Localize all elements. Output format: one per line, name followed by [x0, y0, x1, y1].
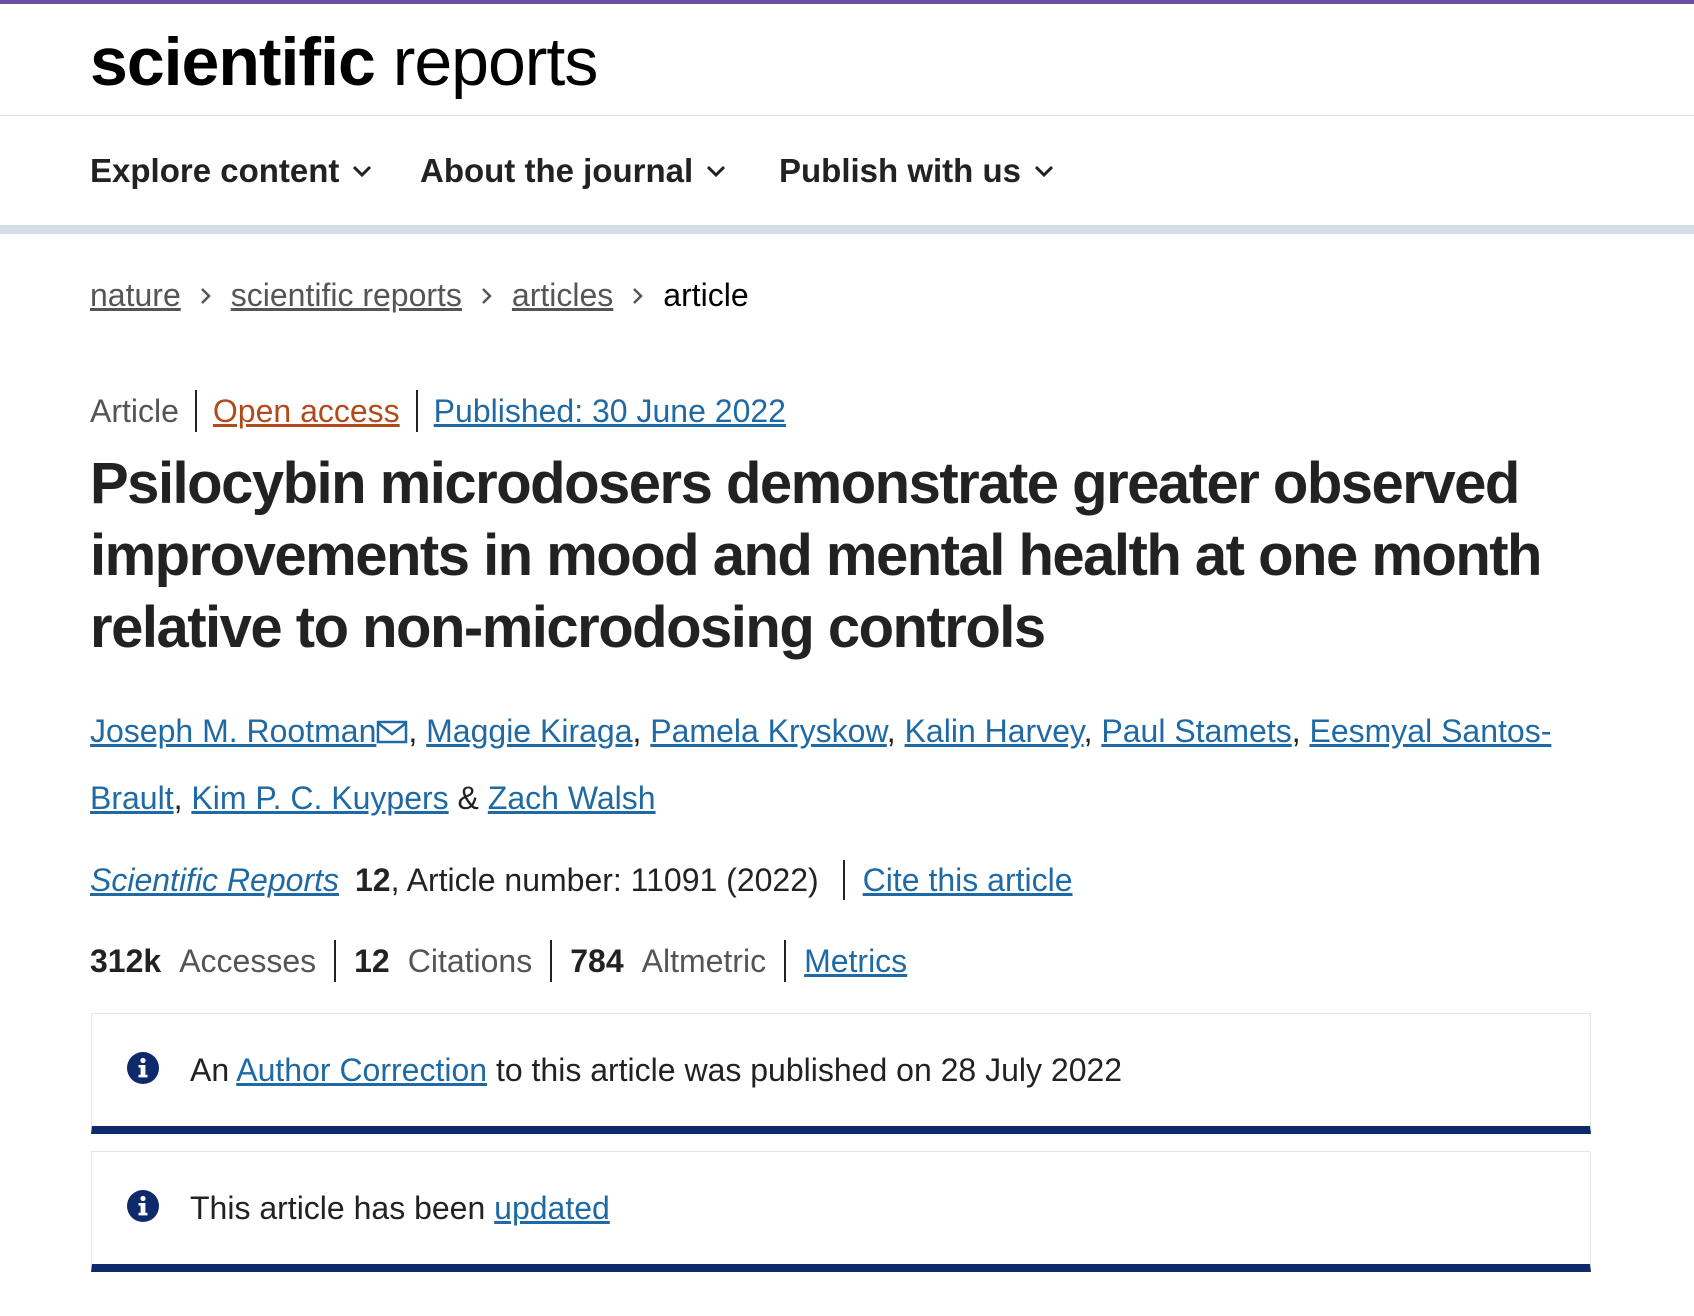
author-link[interactable]: Kalin Harvey	[905, 713, 1084, 749]
accesses-count: 312k	[90, 942, 162, 979]
info-icon	[126, 1189, 160, 1228]
notice-prefix: An	[190, 1051, 230, 1088]
nav-explore-content[interactable]: Explore content	[90, 152, 373, 190]
divider	[415, 390, 418, 432]
journal-link[interactable]: Scientific Reports	[90, 862, 339, 899]
metrics-link[interactable]: Metrics	[804, 943, 907, 980]
cite-this-article-link[interactable]: Cite this article	[863, 862, 1073, 899]
divider	[784, 940, 787, 982]
nav-label: Explore content	[90, 152, 340, 189]
article-meta: Article Open access Published: 30 June 2…	[90, 390, 786, 432]
nav-about-journal[interactable]: About the journal	[420, 152, 727, 190]
chevron-down-icon	[1034, 165, 1054, 178]
breadcrumb: nature scientific reports articles artic…	[90, 277, 749, 314]
divider	[194, 390, 197, 432]
open-access-link[interactable]: Open access	[213, 393, 400, 430]
author-link[interactable]: Zach Walsh	[488, 780, 656, 816]
divider	[842, 860, 845, 900]
article-type: Article	[90, 392, 179, 429]
breadcrumb-current: article	[663, 277, 749, 313]
notice-text: An Author Correction to this article was…	[190, 1052, 1122, 1089]
author-correction-link[interactable]: Author Correction	[236, 1052, 487, 1088]
journal-logo[interactable]: scientific reports	[90, 22, 599, 102]
author-link[interactable]: Joseph M. Rootman	[90, 713, 376, 749]
nav-label: Publish with us	[779, 152, 1022, 189]
author-separator: ,	[632, 713, 651, 749]
notice-suffix: to this article was published on 28 July…	[495, 1051, 1123, 1088]
article-metrics: 312k Accesses 12 Citations 784 Altmetric…	[90, 940, 907, 982]
author-link[interactable]: Maggie Kiraga	[426, 713, 632, 749]
author-separator: ,	[886, 713, 905, 749]
altmetric-label: Altmetric	[641, 942, 767, 979]
breadcrumb-scientific-reports[interactable]: scientific reports	[231, 277, 462, 314]
breadcrumb-articles[interactable]: articles	[512, 277, 613, 314]
info-icon	[126, 1051, 160, 1090]
article-number: , Article number: 11091 (2022)	[390, 861, 819, 898]
article-updated-notice: This article has been updated	[91, 1151, 1591, 1272]
mail-icon[interactable]	[376, 704, 408, 767]
volume: 12	[354, 861, 391, 898]
published-date-link[interactable]: Published: 30 June 2022	[434, 393, 786, 430]
notice-prefix: This article has been	[190, 1189, 486, 1226]
accesses-label: Accesses	[179, 942, 317, 979]
site-header: scientific reports	[0, 4, 1694, 116]
nav-publish-with-us[interactable]: Publish with us	[779, 152, 1055, 190]
author-separator: ,	[1291, 713, 1310, 749]
author-correction-notice: An Author Correction to this article was…	[91, 1013, 1591, 1134]
updated-link[interactable]: updated	[494, 1190, 610, 1226]
logo-light: reports	[392, 24, 599, 100]
author-separator: ,	[173, 780, 192, 816]
author-separator: ,	[1083, 713, 1102, 749]
citations-label: Citations	[407, 942, 533, 979]
chevron-down-icon	[707, 165, 726, 178]
author-link[interactable]: Pamela Kryskow	[650, 713, 887, 749]
breadcrumb-nature[interactable]: nature	[90, 277, 181, 314]
chevron-right-icon	[199, 286, 213, 306]
notice-text: This article has been updated	[190, 1190, 610, 1227]
author-separator: ,	[408, 713, 427, 749]
chevron-right-icon	[631, 286, 645, 306]
author-link[interactable]: Kim P. C. Kuypers	[191, 780, 448, 816]
main-nav: Explore content About the journal Publis…	[0, 116, 1694, 234]
chevron-down-icon	[353, 165, 372, 178]
divider	[550, 940, 553, 982]
divider	[334, 940, 337, 982]
nav-label: About the journal	[420, 152, 694, 189]
citations-count: 12	[354, 942, 390, 979]
article-title: Psilocybin microdosers demonstrate great…	[90, 451, 1542, 660]
logo-bold: scientific	[90, 24, 376, 100]
author-separator: &	[448, 780, 488, 816]
altmetric-score: 784	[570, 942, 624, 979]
author-link[interactable]: Paul Stamets	[1101, 713, 1291, 749]
citation-line: Scientific Reports 12, Article number: 1…	[90, 860, 1073, 900]
author-list: Joseph M. Rootman, Maggie Kiraga, Pamela…	[90, 700, 1610, 830]
chevron-right-icon	[480, 286, 494, 306]
